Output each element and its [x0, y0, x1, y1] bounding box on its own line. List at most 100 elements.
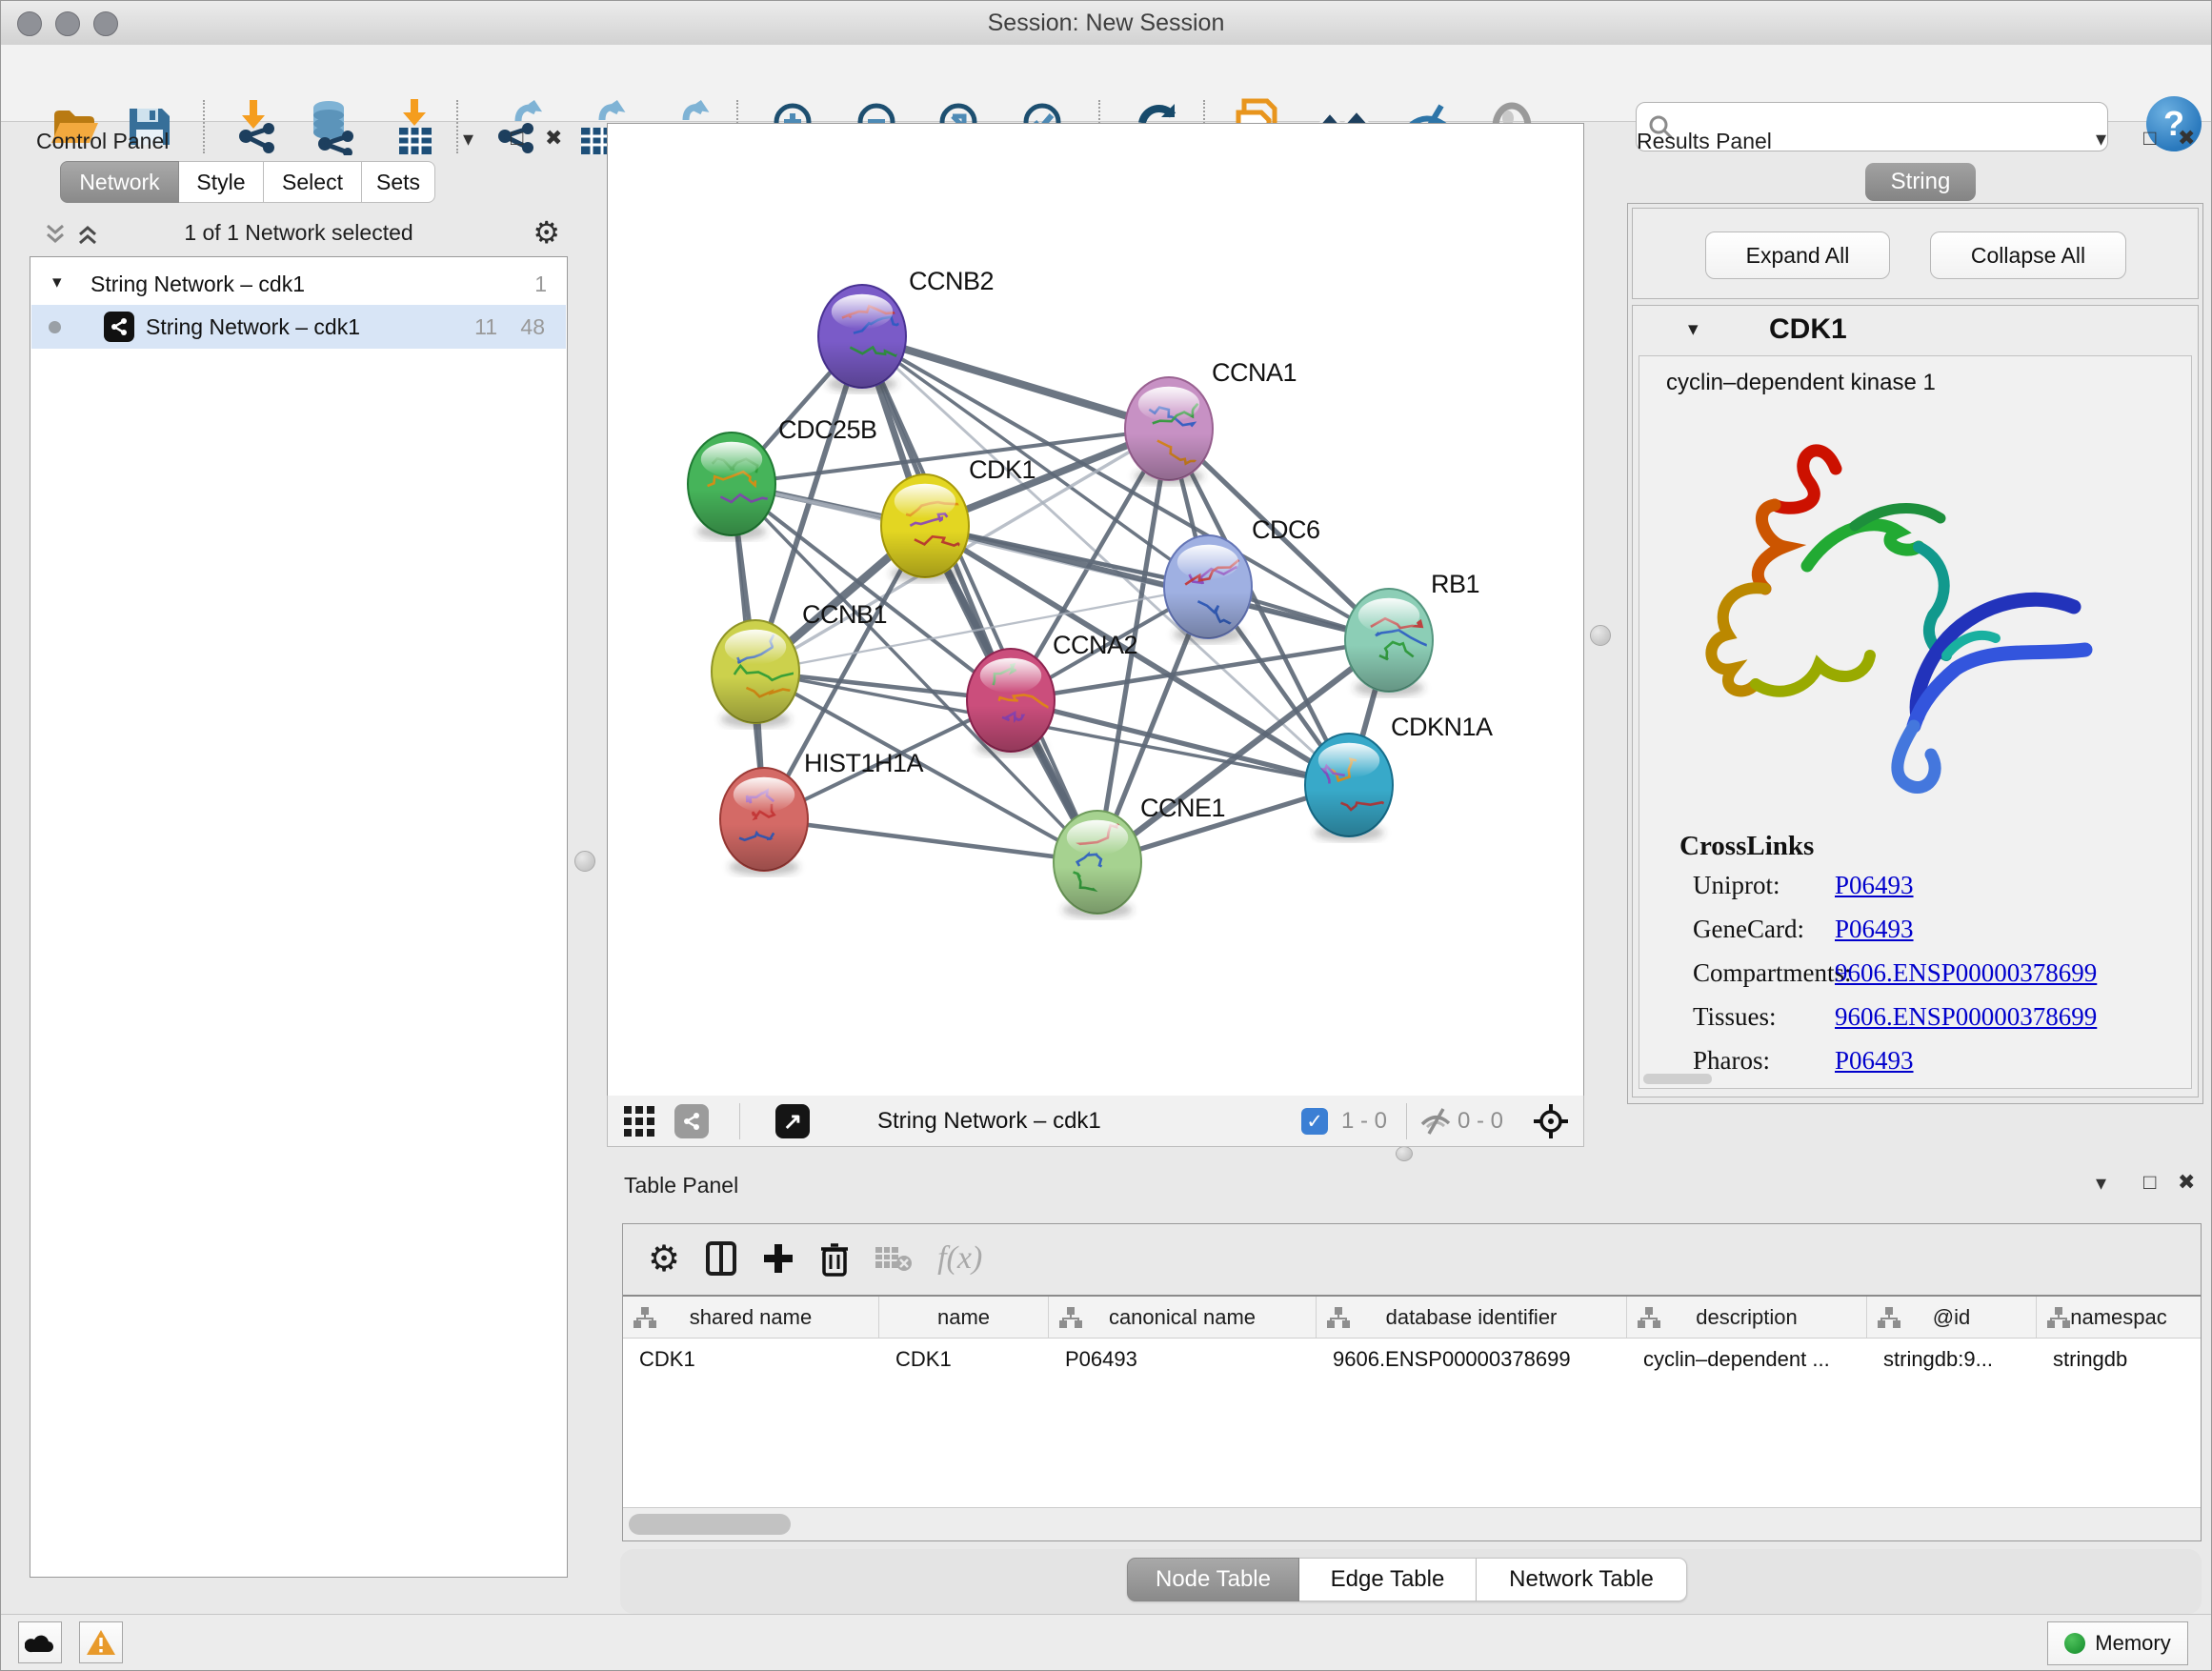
edge-HIST1H1A-CCNE1[interactable]	[764, 819, 1097, 862]
panel-menu-icon[interactable]: ▾	[463, 127, 473, 151]
network-view-toolbar: ↗ String Network – cdk1 ✓ 1 - 0 0 - 0	[607, 1096, 1584, 1147]
cell-namespace[interactable]: stringdb	[2037, 1347, 2201, 1372]
cloud-button[interactable]	[18, 1621, 62, 1663]
node-HIST1H1A[interactable]	[720, 768, 808, 876]
add-row-plus-icon[interactable]	[762, 1242, 794, 1275]
tab-network-table[interactable]: Network Table	[1477, 1558, 1687, 1601]
crosslink-label: Tissues:	[1693, 1002, 1777, 1032]
crosslink-link[interactable]: P06493	[1835, 915, 1914, 944]
cell-description[interactable]: cyclin–dependent ...	[1627, 1347, 1867, 1372]
column-header[interactable]: shared name	[623, 1297, 879, 1338]
node-label-CDK1: CDK1	[969, 455, 1036, 484]
fit-crosshair-icon[interactable]	[1532, 1096, 1570, 1147]
network-edge-count: 48	[520, 314, 545, 340]
tab-node-table[interactable]: Node Table	[1127, 1558, 1299, 1601]
right-splitter-handle[interactable]	[1590, 625, 1611, 646]
control-panel-tabs: Network Style Select Sets	[60, 161, 435, 203]
edge-CCNB2-CCNE1[interactable]	[862, 336, 1097, 862]
panel-close-icon[interactable]: ✖	[2178, 126, 2195, 151]
status-bar: Memory	[1, 1614, 2211, 1671]
control-panel-title: Control Panel	[36, 129, 169, 154]
expand-all-button[interactable]: Expand All	[1705, 232, 1890, 279]
results-panel-title: Results Panel	[1637, 129, 1772, 154]
cell-shared-name[interactable]: CDK1	[623, 1347, 879, 1372]
column-header[interactable]: database identifier	[1317, 1297, 1627, 1338]
cell-id[interactable]: stringdb:9...	[1867, 1347, 2037, 1372]
selected-checkbox-icon[interactable]: ✓	[1301, 1096, 1328, 1147]
panel-menu-icon[interactable]: ▾	[2096, 1171, 2106, 1196]
panel-menu-icon[interactable]: ▾	[2096, 127, 2106, 151]
network-graph[interactable]: CCNB2CCNA1CDC25BCDK1CDC6RB1CCNB1CCNA2CDK…	[608, 124, 1583, 1096]
create-column-icon[interactable]	[705, 1240, 737, 1277]
column-header[interactable]: canonical name	[1049, 1297, 1317, 1338]
tab-style[interactable]: Style	[179, 161, 264, 203]
network-list: ▾ String Network – cdk1 1 String Network…	[30, 256, 568, 1578]
panel-float-icon[interactable]: □	[2143, 1170, 2156, 1195]
network-options-gear-icon[interactable]: ⚙	[533, 214, 560, 251]
table-hscrollbar-thumb[interactable]	[629, 1514, 791, 1535]
tab-network[interactable]: Network	[60, 161, 179, 203]
node-CDKN1A[interactable]	[1305, 734, 1393, 841]
string-badge-icon[interactable]	[674, 1096, 709, 1147]
network-status-dot-icon	[49, 321, 61, 333]
network-collection-row[interactable]: ▾ String Network – cdk1 1	[31, 263, 566, 305]
crosslink-link[interactable]: P06493	[1835, 871, 1914, 900]
table-options-gear-icon[interactable]: ⚙	[648, 1238, 680, 1280]
table-body: CDK1 CDK1 P06493 9606.ENSP00000378699 cy…	[623, 1339, 2201, 1508]
table-row[interactable]: CDK1 CDK1 P06493 9606.ENSP00000378699 cy…	[623, 1339, 2201, 1380]
column-header[interactable]: name	[879, 1297, 1049, 1338]
crosslink-row: Uniprot: P06493	[1639, 871, 2191, 915]
results-scrollbar-thumb[interactable]	[1643, 1074, 1712, 1084]
network-canvas[interactable]: CCNB2CCNA1CDC25BCDK1CDC6RB1CCNB1CCNA2CDK…	[607, 123, 1584, 1097]
cell-canonical-name[interactable]: P06493	[1049, 1347, 1317, 1372]
crosslink-link[interactable]: 9606.ENSP00000378699	[1835, 958, 2097, 988]
warnings-button[interactable]	[79, 1621, 123, 1663]
node-RB1[interactable]	[1345, 589, 1437, 696]
attribute-icon	[1326, 1306, 1351, 1329]
column-header[interactable]: description	[1627, 1297, 1867, 1338]
node-CCNE1[interactable]	[1054, 811, 1141, 918]
current-network-name: String Network – cdk1	[877, 1096, 1101, 1147]
collection-expander-icon[interactable]: ▾	[52, 272, 62, 293]
edge-CCNB2-CCNA1[interactable]	[862, 336, 1169, 429]
collapse-all-button[interactable]: Collapse All	[1930, 232, 2126, 279]
network-selection-status: 1 of 1 Network selected	[30, 220, 568, 246]
network-row-selected[interactable]: String Network – cdk1 11 48	[31, 305, 566, 349]
node-label-CCNB1: CCNB1	[802, 600, 887, 629]
left-splitter-handle[interactable]	[574, 851, 595, 872]
crosslinks-title: CrossLinks	[1679, 831, 1814, 862]
column-header[interactable]: @id	[1867, 1297, 2037, 1338]
tab-select[interactable]: Select	[264, 161, 362, 203]
attribute-icon	[2046, 1306, 2071, 1329]
tab-sets[interactable]: Sets	[362, 161, 435, 203]
cell-name[interactable]: CDK1	[879, 1347, 1049, 1372]
tab-string[interactable]: String	[1865, 163, 1976, 201]
tab-edge-table[interactable]: Edge Table	[1299, 1558, 1477, 1601]
node-CCNA1[interactable]	[1125, 377, 1213, 485]
node-CCNB2[interactable]	[818, 285, 915, 393]
birdseye-grid-icon[interactable]	[623, 1096, 655, 1147]
crosslink-label: Uniprot:	[1693, 871, 1780, 900]
panel-float-icon[interactable]: □	[511, 126, 523, 151]
toolbar-separator	[739, 1103, 740, 1139]
memory-button[interactable]: Memory	[2047, 1621, 2188, 1665]
expand-collapse-bar: Expand All Collapse All	[1632, 208, 2199, 299]
attribute-icon	[1637, 1306, 1661, 1329]
open-in-browser-icon[interactable]: ↗	[775, 1096, 810, 1147]
gene-section-header[interactable]: ▾ CDK1	[1633, 306, 2198, 353]
crosslink-link[interactable]: 9606.ENSP00000378699	[1835, 1002, 2097, 1032]
node-label-CDC25B: CDC25B	[778, 415, 877, 444]
crosslink-link[interactable]: P06493	[1835, 1046, 1914, 1076]
node-table-container: ⚙ f(x) shared name	[622, 1223, 2202, 1541]
column-header[interactable]: namespac	[2037, 1297, 2201, 1338]
function-builder-icon: f(x)	[937, 1240, 982, 1277]
panel-float-icon[interactable]: □	[2143, 126, 2156, 151]
gene-expander-icon[interactable]: ▾	[1688, 317, 1699, 341]
table-hscrollbar[interactable]	[623, 1507, 2201, 1540]
panel-close-icon[interactable]: ✖	[545, 126, 562, 151]
delete-trash-icon[interactable]	[819, 1240, 850, 1277]
node-label-RB1: RB1	[1431, 570, 1479, 598]
cell-database-identifier[interactable]: 9606.ENSP00000378699	[1317, 1347, 1627, 1372]
panel-close-icon[interactable]: ✖	[2178, 1170, 2195, 1195]
main-toolbar: ?	[1, 45, 2211, 122]
